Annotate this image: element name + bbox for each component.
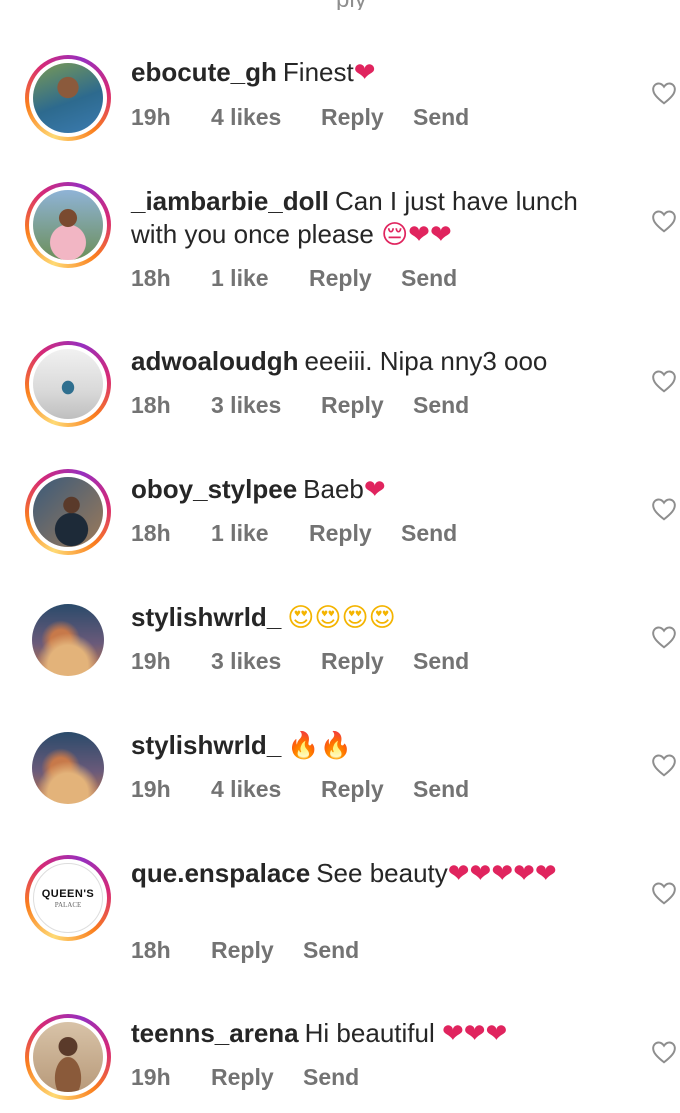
comment-meta: 19h 3 likes Reply Send: [131, 648, 469, 675]
comment-text: que.enspalace See beauty❤❤❤❤❤: [131, 857, 601, 891]
send-button[interactable]: Send: [413, 104, 469, 131]
comment-username[interactable]: stylishwrld_: [131, 602, 281, 632]
avatar[interactable]: QUEEN'S PALACE: [25, 855, 111, 941]
like-heart-icon[interactable]: [651, 1040, 677, 1064]
reply-button[interactable]: Reply: [321, 104, 413, 131]
comment-meta: 19h Reply Send: [131, 1064, 359, 1091]
send-button[interactable]: Send: [303, 937, 359, 964]
reply-button[interactable]: Reply: [321, 392, 413, 419]
comment-body: Hi beautiful: [304, 1018, 435, 1048]
comment-meta: 18h 3 likes Reply Send: [131, 392, 469, 419]
comment-username[interactable]: stylishwrld_: [131, 730, 281, 760]
comment-body: Baeb: [303, 474, 364, 504]
comment-meta: 19h 4 likes Reply Send: [131, 104, 469, 131]
logo-title: QUEEN'S: [41, 887, 95, 900]
comment-meta: 18h 1 like Reply Send: [131, 265, 457, 292]
comment-likes[interactable]: 3 likes: [211, 648, 321, 675]
avatar[interactable]: [32, 604, 104, 676]
reply-button[interactable]: Reply: [211, 1064, 303, 1091]
comment-text: stylishwrld_ 🔥🔥: [131, 729, 611, 763]
send-button[interactable]: Send: [401, 265, 457, 292]
reply-button[interactable]: Reply: [211, 937, 303, 964]
comment-meta: 19h 4 likes Reply Send: [131, 776, 469, 803]
like-heart-icon[interactable]: [651, 81, 677, 105]
like-heart-icon[interactable]: [651, 369, 677, 393]
comment-emojis: ❤❤❤: [441, 1019, 508, 1049]
comment-time: 18h: [131, 520, 171, 546]
comment-body: eeeiii. Nipa nny3 ooo: [304, 346, 548, 376]
send-button[interactable]: Send: [401, 520, 457, 547]
like-heart-icon[interactable]: [651, 209, 677, 233]
previous-comment-cutoff: ply: [0, 0, 680, 10]
avatar[interactable]: [25, 1014, 111, 1100]
comment-likes[interactable]: 4 likes: [211, 104, 321, 131]
comment-time: 19h: [131, 104, 171, 130]
comment-text: adwoaloudgh eeeiii. Nipa nny3 ooo: [131, 345, 611, 378]
comment-emojis: ❤: [353, 58, 376, 88]
comment-text: _iambarbie_doll Can I just have lunch wit…: [131, 185, 611, 252]
comment-time: 18h: [131, 937, 171, 963]
comment-text: stylishwrld_ 😍😍😍😍: [131, 601, 611, 635]
comment-username[interactable]: adwoaloudgh: [131, 346, 299, 376]
comment-emojis: 😔❤❤: [381, 220, 452, 250]
cutoff-text: ply: [336, 0, 367, 10]
comment-emojis: ❤❤❤❤❤: [447, 859, 557, 889]
comment-likes[interactable]: 1 like: [211, 265, 309, 292]
reply-button[interactable]: Reply: [321, 648, 413, 675]
avatar[interactable]: [25, 55, 111, 141]
comment-username[interactable]: ebocute_gh: [131, 57, 277, 87]
like-heart-icon[interactable]: [651, 497, 677, 521]
comment-time: 19h: [131, 776, 171, 802]
comment-emojis: 😍😍😍😍: [287, 603, 396, 633]
reply-button[interactable]: Reply: [309, 520, 401, 547]
comment-body: See beauty: [316, 858, 448, 888]
send-button[interactable]: Send: [413, 776, 469, 803]
avatar[interactable]: [32, 732, 104, 804]
comment-time: 18h: [131, 392, 171, 418]
comment-time: 19h: [131, 1064, 171, 1090]
comment-meta: 18h 1 like Reply Send: [131, 520, 457, 547]
comment-username[interactable]: _iambarbie_doll: [131, 186, 329, 216]
send-button[interactable]: Send: [413, 392, 469, 419]
like-heart-icon[interactable]: [651, 625, 677, 649]
comment-emojis: 🔥🔥: [287, 731, 353, 761]
like-heart-icon[interactable]: [651, 881, 677, 905]
comment-body: Finest: [282, 57, 354, 87]
queens-palace-logo: QUEEN'S PALACE: [33, 863, 103, 933]
send-button[interactable]: Send: [413, 648, 469, 675]
comment-likes[interactable]: 3 likes: [211, 392, 321, 419]
comment-username[interactable]: oboy_stylpee: [131, 474, 297, 504]
comment-meta: 18h Reply Send: [131, 937, 359, 964]
comment-likes[interactable]: 4 likes: [211, 776, 321, 803]
comment-emojis: ❤: [363, 475, 386, 505]
logo-subtitle: PALACE: [54, 900, 82, 909]
comment-text: ebocute_gh Finest❤: [131, 56, 611, 90]
comment-username[interactable]: teenns_arena: [131, 1018, 299, 1048]
comment-text: oboy_stylpee Baeb❤: [131, 473, 611, 507]
comment-text: teenns_arena Hi beautiful ❤❤❤: [131, 1017, 611, 1051]
reply-button[interactable]: Reply: [309, 265, 401, 292]
reply-button[interactable]: Reply: [321, 776, 413, 803]
comment-time: 18h: [131, 265, 171, 291]
comment-username[interactable]: que.enspalace: [131, 858, 310, 888]
like-heart-icon[interactable]: [651, 753, 677, 777]
avatar[interactable]: [25, 182, 111, 268]
comment-time: 19h: [131, 648, 171, 674]
avatar[interactable]: [25, 341, 111, 427]
send-button[interactable]: Send: [303, 1064, 359, 1091]
avatar[interactable]: [25, 469, 111, 555]
comment-likes[interactable]: 1 like: [211, 520, 309, 547]
